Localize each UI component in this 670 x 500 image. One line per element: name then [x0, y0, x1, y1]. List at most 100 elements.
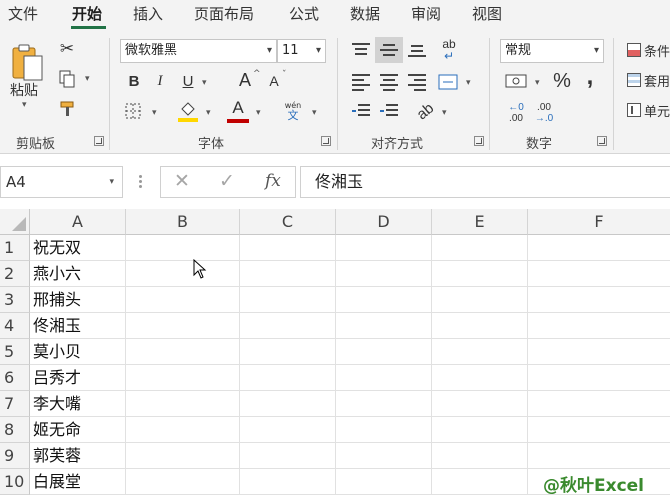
- number-launcher-icon[interactable]: [597, 136, 607, 146]
- cell-empty[interactable]: [126, 391, 240, 417]
- cell-empty[interactable]: [126, 235, 240, 261]
- merge-center-button[interactable]: [437, 70, 459, 94]
- clipboard-launcher-icon[interactable]: [94, 136, 104, 146]
- cell-empty[interactable]: [528, 365, 670, 391]
- row-header[interactable]: 10: [0, 469, 30, 495]
- cell-empty[interactable]: [528, 417, 670, 443]
- tab-formulas[interactable]: 公式: [289, 3, 319, 24]
- wrap-text-button[interactable]: ab ↵: [437, 38, 461, 62]
- enter-icon[interactable]: ✓: [219, 170, 235, 192]
- font-color-button[interactable]: A: [226, 98, 250, 124]
- cell-empty[interactable]: [240, 417, 336, 443]
- column-header-a[interactable]: A: [30, 209, 126, 235]
- phonetic-dropdown-icon[interactable]: ▾: [312, 108, 317, 118]
- insert-function-icon[interactable]: fx: [265, 171, 281, 191]
- tab-data[interactable]: 数据: [350, 3, 380, 24]
- decrease-indent-icon[interactable]: [352, 104, 370, 120]
- cell-empty[interactable]: [336, 391, 432, 417]
- cell-empty[interactable]: [528, 339, 670, 365]
- tab-home[interactable]: 开始: [72, 3, 102, 24]
- italic-button[interactable]: I: [150, 70, 170, 92]
- cell-empty[interactable]: [528, 235, 670, 261]
- select-all-button[interactable]: [0, 209, 30, 235]
- cell-empty[interactable]: [240, 235, 336, 261]
- cell-a[interactable]: 燕小六: [30, 261, 126, 287]
- name-box[interactable]: A4 ▾: [0, 166, 123, 198]
- tab-view[interactable]: 视图: [472, 3, 502, 24]
- cell-empty[interactable]: [528, 313, 670, 339]
- cell-empty[interactable]: [432, 287, 528, 313]
- format-painter-button[interactable]: [56, 98, 78, 120]
- fill-color-button[interactable]: [176, 98, 200, 124]
- cell-empty[interactable]: [528, 391, 670, 417]
- row-header[interactable]: 7: [0, 391, 30, 417]
- cell-empty[interactable]: [126, 313, 240, 339]
- font-size-combo[interactable]: 11 ▾: [277, 39, 326, 63]
- orientation-dropdown-icon[interactable]: ▾: [442, 108, 447, 118]
- font-launcher-icon[interactable]: [321, 136, 331, 146]
- orientation-button[interactable]: ab: [413, 99, 437, 123]
- underline-button[interactable]: U: [178, 70, 198, 92]
- tab-review[interactable]: 审阅: [411, 3, 441, 24]
- cell-empty[interactable]: [240, 391, 336, 417]
- cell-a[interactable]: 邢捕头: [30, 287, 126, 313]
- cell-empty[interactable]: [432, 469, 528, 495]
- merge-dropdown-icon[interactable]: ▾: [466, 78, 471, 88]
- tab-insert[interactable]: 插入: [133, 3, 163, 24]
- cell-empty[interactable]: [336, 287, 432, 313]
- font-name-combo[interactable]: 微软雅黑 ▾: [120, 39, 277, 63]
- cell-empty[interactable]: [240, 469, 336, 495]
- cell-empty[interactable]: [432, 313, 528, 339]
- cell-empty[interactable]: [336, 261, 432, 287]
- column-header-d[interactable]: D: [336, 209, 432, 235]
- cell-empty[interactable]: [432, 235, 528, 261]
- cell-a[interactable]: 姬无命: [30, 417, 126, 443]
- cell-empty[interactable]: [336, 365, 432, 391]
- cell-empty[interactable]: [336, 443, 432, 469]
- cell-empty[interactable]: [432, 365, 528, 391]
- copy-dropdown-icon[interactable]: ▾: [85, 74, 90, 84]
- cell-empty[interactable]: [126, 469, 240, 495]
- cell-empty[interactable]: [126, 365, 240, 391]
- chevron-down-icon[interactable]: ▾: [109, 167, 114, 197]
- cell-a[interactable]: 吕秀才: [30, 365, 126, 391]
- cut-button[interactable]: ✂: [56, 38, 78, 60]
- accounting-format-button[interactable]: [504, 70, 528, 92]
- cell-empty[interactable]: [240, 313, 336, 339]
- cell-empty[interactable]: [336, 339, 432, 365]
- grow-font-button[interactable]: A: [235, 68, 255, 92]
- row-header[interactable]: 8: [0, 417, 30, 443]
- phonetic-button[interactable]: wén 文: [280, 98, 306, 124]
- column-header-e[interactable]: E: [432, 209, 528, 235]
- paste-dropdown-icon[interactable]: ▾: [22, 100, 27, 110]
- cell-empty[interactable]: [432, 391, 528, 417]
- row-header[interactable]: 3: [0, 287, 30, 313]
- column-header-f[interactable]: F: [528, 209, 670, 235]
- cell-empty[interactable]: [336, 313, 432, 339]
- cell-empty[interactable]: [432, 443, 528, 469]
- row-header[interactable]: 9: [0, 443, 30, 469]
- decrease-decimal-button[interactable]: .00 →.0: [532, 100, 556, 126]
- borders-dropdown-icon[interactable]: ▾: [152, 108, 157, 118]
- increase-indent-icon[interactable]: [380, 104, 398, 120]
- cell-empty[interactable]: [240, 287, 336, 313]
- cell-empty[interactable]: [240, 443, 336, 469]
- row-header[interactable]: 6: [0, 365, 30, 391]
- cell-empty[interactable]: [126, 287, 240, 313]
- underline-dropdown-icon[interactable]: ▾: [202, 78, 207, 88]
- format-as-table-button[interactable]: 套用: [627, 70, 670, 90]
- cell-empty[interactable]: [528, 287, 670, 313]
- cell-styles-button[interactable]: 单元: [627, 100, 670, 120]
- cell-a[interactable]: 莫小贝: [30, 339, 126, 365]
- alignment-launcher-icon[interactable]: [474, 136, 484, 146]
- cell-empty[interactable]: [240, 339, 336, 365]
- percent-button[interactable]: %: [551, 70, 573, 92]
- align-center-icon[interactable]: [380, 74, 398, 91]
- cell-empty[interactable]: [126, 417, 240, 443]
- accounting-dropdown-icon[interactable]: ▾: [535, 78, 540, 88]
- comma-style-button[interactable]: ,: [581, 63, 599, 90]
- font-color-dropdown-icon[interactable]: ▾: [256, 108, 261, 118]
- align-right-icon[interactable]: [408, 74, 426, 91]
- paste-label[interactable]: 粘贴: [10, 80, 38, 100]
- align-left-icon[interactable]: [352, 74, 370, 91]
